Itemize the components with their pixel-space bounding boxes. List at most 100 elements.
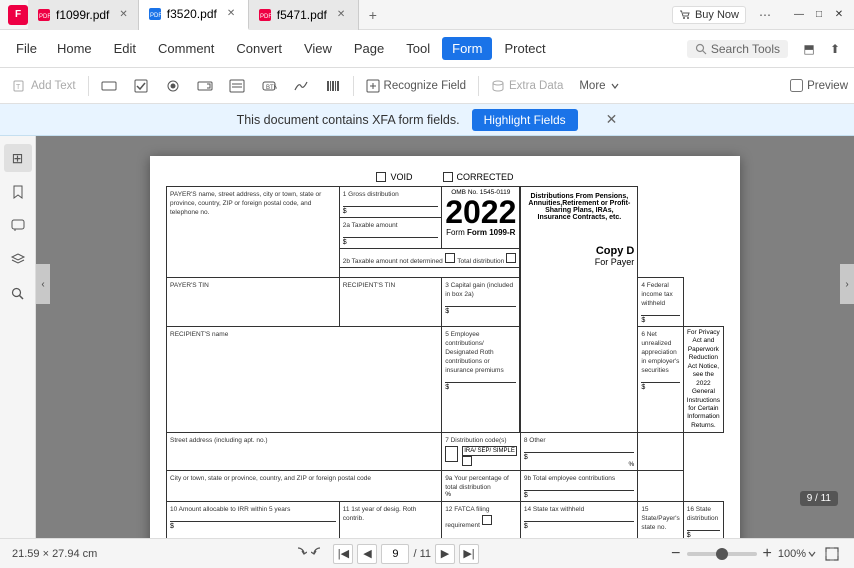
notification-bar: This document contains XFA form fields. … bbox=[0, 104, 854, 136]
menu-home[interactable]: Home bbox=[47, 37, 102, 60]
rotate-icon[interactable] bbox=[289, 545, 307, 563]
for-payer-label: For Payer bbox=[524, 257, 634, 267]
federal-tax-cell: 4 Federal income tax withheld $ bbox=[638, 278, 683, 327]
buy-now-button[interactable]: Buy Now bbox=[672, 6, 746, 24]
tax-year: 2022 bbox=[445, 196, 516, 228]
tool-icon-4[interactable] bbox=[190, 75, 220, 97]
collapse-left-button[interactable]: ‹ bbox=[36, 264, 50, 304]
preview-checkbox[interactable] bbox=[790, 79, 803, 92]
tool-icon-8[interactable] bbox=[318, 75, 348, 97]
close-button[interactable]: ✕ bbox=[832, 8, 846, 22]
tool-icon-3[interactable] bbox=[158, 75, 188, 97]
state-dist-cell: 16 State distribution $ $ bbox=[683, 502, 723, 538]
tool-icon-7[interactable] bbox=[286, 75, 316, 97]
tool-icon-6[interactable]: BTN bbox=[254, 75, 284, 97]
maximize-button[interactable]: □ bbox=[812, 8, 826, 22]
menu-comment[interactable]: Comment bbox=[148, 37, 224, 60]
preview-checkbox-label[interactable]: Preview bbox=[790, 79, 848, 92]
taxable-not-det-checkbox[interactable] bbox=[445, 253, 455, 263]
toolbar-separator-3 bbox=[478, 76, 479, 96]
tool-icon-1[interactable] bbox=[94, 75, 124, 97]
expand-btn[interactable]: ⬒ bbox=[798, 38, 820, 60]
dist-code-cell: 7 Distribution code(s) IRA/ SEP/ SIMPLE bbox=[442, 433, 521, 471]
zoom-in-button[interactable]: + bbox=[763, 545, 772, 563]
prev-page-button[interactable]: ◀ bbox=[357, 544, 377, 564]
svg-text:BTN: BTN bbox=[266, 85, 277, 91]
collapse-right-button[interactable]: › bbox=[840, 264, 854, 304]
toolbar-separator-2 bbox=[353, 76, 354, 96]
total-dist-checkbox[interactable] bbox=[506, 253, 516, 263]
menu-bar: File Home Edit Comment Convert View Page… bbox=[0, 30, 854, 68]
last-page-button[interactable]: ▶| bbox=[459, 544, 479, 564]
extra-data-button[interactable]: Extra Data bbox=[484, 76, 570, 96]
pdf-icon: PDF bbox=[149, 8, 161, 20]
right-empty-cell-2 bbox=[638, 471, 683, 502]
right-desc-cell: Distributions From Pensions, Annuities,R… bbox=[520, 187, 637, 433]
form-table: PAYER'S name, street address, city or to… bbox=[166, 186, 724, 538]
ira-checkbox[interactable] bbox=[462, 456, 472, 466]
right-description: Distributions From Pensions, Annuities,R… bbox=[524, 189, 634, 225]
net-unrealized-cell: 6 Net unrealized appreciation in employe… bbox=[638, 327, 683, 433]
tab-f3520[interactable]: PDF f3520.pdf ✕ bbox=[139, 0, 249, 30]
search-panel-icon[interactable] bbox=[4, 280, 32, 308]
zoom-percent-display[interactable]: 100% bbox=[778, 548, 816, 560]
signature-icon bbox=[293, 78, 309, 94]
settings-btn[interactable]: ⬆ bbox=[824, 38, 846, 60]
tab-close-btn[interactable]: ✕ bbox=[337, 9, 345, 20]
tab-f5471[interactable]: PDF f5471.pdf ✕ bbox=[249, 0, 359, 30]
document-dimensions: 21.59 × 27.94 cm bbox=[12, 548, 97, 560]
new-tab-button[interactable]: + bbox=[359, 1, 387, 29]
corrected-checkbox[interactable] bbox=[443, 172, 453, 182]
first-page-button[interactable]: |◀ bbox=[333, 544, 353, 564]
corrected-checkbox-row: CORRECTED bbox=[443, 172, 514, 182]
tab-f1099r[interactable]: PDF f1099r.pdf ✕ bbox=[28, 0, 139, 30]
page-badge: 9 / 11 bbox=[800, 491, 838, 506]
fit-page-button[interactable] bbox=[822, 544, 842, 564]
menu-form[interactable]: Form bbox=[442, 37, 492, 60]
recognize-fields-button[interactable]: Recognize Field bbox=[359, 76, 473, 96]
menu-page[interactable]: Page bbox=[344, 37, 394, 60]
next-page-button[interactable]: ▶ bbox=[435, 544, 455, 564]
zoom-slider[interactable] bbox=[687, 552, 757, 556]
tool-icon-2[interactable] bbox=[126, 75, 156, 97]
void-checkbox-row: VOID bbox=[376, 172, 412, 182]
add-text-button[interactable]: T Add Text bbox=[6, 76, 83, 96]
payer-tin-cell: PAYER'S TIN bbox=[167, 278, 340, 327]
layers-panel-icon[interactable] bbox=[4, 246, 32, 274]
tab-close-btn[interactable]: ✕ bbox=[227, 8, 235, 19]
zoom-out-button[interactable]: − bbox=[671, 545, 680, 563]
page-number-input[interactable] bbox=[381, 544, 409, 564]
cart-icon bbox=[679, 9, 691, 21]
pages-panel-icon[interactable]: ⊞ bbox=[4, 144, 32, 172]
rotate-ccw-icon[interactable] bbox=[311, 545, 329, 563]
comments-panel-icon[interactable] bbox=[4, 212, 32, 240]
minimize-button[interactable]: — bbox=[792, 8, 806, 22]
left-panel: ⊞ bbox=[0, 136, 36, 538]
fatca-checkbox[interactable] bbox=[482, 515, 492, 525]
ira-sep-label: IRA/ SEP/ SIMPLE bbox=[462, 446, 517, 456]
bookmarks-panel-icon[interactable] bbox=[4, 178, 32, 206]
recipient-tin-cell: RECIPIENT'S TIN bbox=[339, 278, 441, 327]
menu-edit[interactable]: Edit bbox=[104, 37, 146, 60]
notification-close-button[interactable]: ✕ bbox=[606, 111, 618, 128]
more-button[interactable]: More bbox=[572, 77, 626, 95]
highlight-fields-button[interactable]: Highlight Fields bbox=[472, 109, 578, 131]
amt-alloc-cell: 10 Amount allocable to IRR within 5 year… bbox=[167, 502, 340, 538]
title-bar-right: Buy Now ⋯ — □ ✕ bbox=[672, 4, 846, 26]
title-menu-btn[interactable]: ⋯ bbox=[754, 4, 776, 26]
menu-view[interactable]: View bbox=[294, 37, 342, 60]
search-tools-label: Search Tools bbox=[711, 42, 780, 56]
menu-file[interactable]: File bbox=[8, 37, 45, 60]
chevron-down-icon bbox=[610, 81, 620, 91]
tab-close-btn[interactable]: ✕ bbox=[119, 9, 127, 20]
menu-protect[interactable]: Protect bbox=[494, 37, 555, 60]
menu-tool[interactable]: Tool bbox=[396, 37, 440, 60]
first-yr-cell: 11 1st year of desig. Roth contrib. bbox=[339, 502, 441, 538]
void-checkbox[interactable] bbox=[376, 172, 386, 182]
tool-icon-5[interactable] bbox=[222, 75, 252, 97]
form-name-label: Form Form 1099-R bbox=[445, 228, 516, 237]
search-tools-box[interactable]: Search Tools bbox=[687, 40, 788, 58]
content-area[interactable]: VOID CORRECTED PAYER'S name, street addr… bbox=[36, 136, 854, 538]
window-controls: — □ ✕ bbox=[792, 8, 846, 22]
menu-convert[interactable]: Convert bbox=[226, 37, 292, 60]
